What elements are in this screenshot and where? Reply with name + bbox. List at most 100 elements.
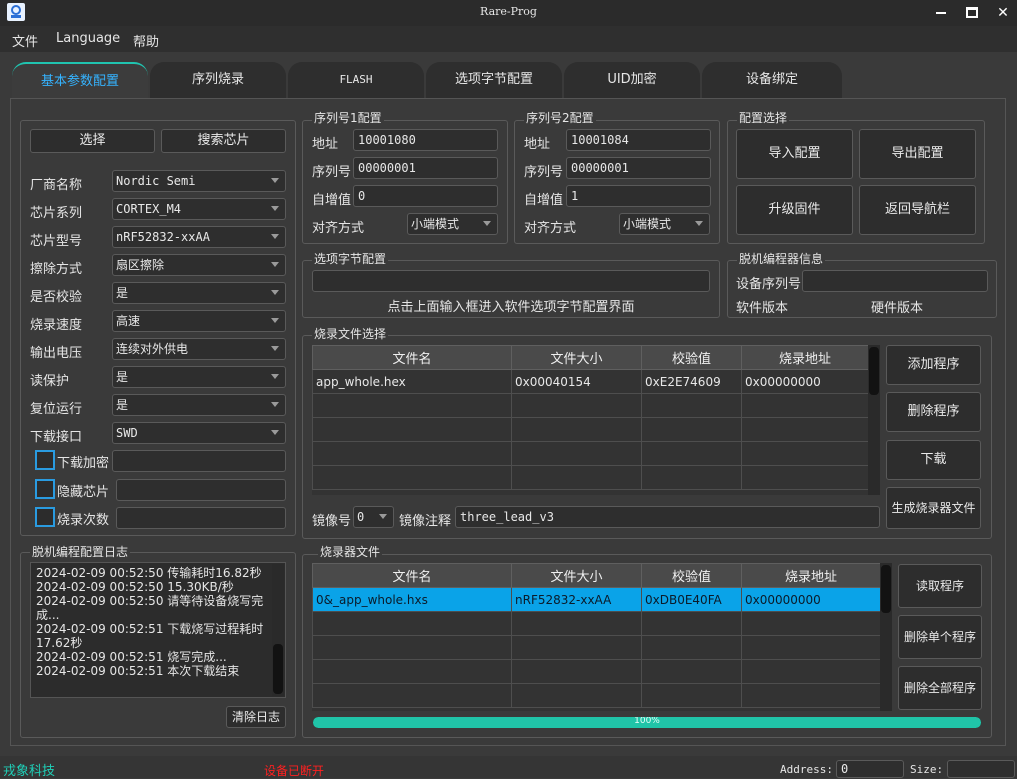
column-header[interactable]: 校验值 (641, 345, 742, 370)
table-cell[interactable] (741, 393, 868, 418)
table-cell[interactable] (641, 611, 742, 636)
table-cell[interactable] (511, 417, 642, 442)
serial1-sn-field[interactable]: 00000001 (353, 157, 498, 179)
scrollbar-thumb[interactable] (869, 347, 879, 395)
column-header[interactable]: 校验值 (641, 563, 742, 588)
serial2-sn-field[interactable]: 00000001 (566, 157, 711, 179)
search-chip-button[interactable]: 搜索芯片 (161, 129, 286, 153)
output-voltage-select[interactable]: 连续对外供电 (112, 338, 286, 360)
serial2-inc-field[interactable]: 1 (566, 185, 711, 207)
hide-chip-checkbox[interactable] (35, 479, 55, 499)
table-cell[interactable] (641, 465, 742, 490)
column-header[interactable]: 文件名 (312, 563, 512, 588)
reset-run-select[interactable]: 是 (112, 394, 286, 416)
delete-single-program-button[interactable]: 删除单个程序 (898, 615, 982, 659)
table-cell[interactable] (511, 441, 642, 466)
download-encrypt-checkbox[interactable] (35, 450, 55, 470)
table-row[interactable] (312, 417, 868, 442)
table-row[interactable]: app_whole.hex 0x00040154 0xE2E74609 0x00000… (312, 369, 868, 394)
upgrade-firmware-button[interactable]: 升级固件 (736, 185, 853, 235)
export-config-button[interactable]: 导出配置 (859, 129, 976, 179)
burner-files-scrollbar[interactable] (880, 563, 892, 711)
table-cell[interactable] (312, 683, 512, 708)
table-cell[interactable] (641, 659, 742, 684)
table-cell[interactable] (641, 393, 742, 418)
menu-language[interactable]: Language (56, 31, 120, 46)
table-row[interactable] (312, 441, 868, 466)
table-cell[interactable] (511, 659, 642, 684)
table-cell[interactable] (312, 417, 512, 442)
log-scrollbar[interactable] (272, 564, 284, 696)
table-cell[interactable] (312, 659, 512, 684)
table-cell[interactable] (511, 611, 642, 636)
scrollbar-thumb[interactable] (273, 644, 283, 694)
table-cell[interactable]: 0x00040154 (511, 369, 642, 394)
burn-speed-select[interactable]: 高速 (112, 310, 286, 332)
table-cell[interactable] (312, 635, 512, 660)
table-cell[interactable] (741, 611, 880, 636)
hide-chip-field[interactable] (116, 479, 286, 501)
table-cell[interactable] (312, 441, 512, 466)
tab-serial-burn[interactable]: 序列烧录 (150, 62, 286, 100)
select-button[interactable]: 选择 (30, 129, 155, 153)
table-cell[interactable]: 0xE2E74609 (641, 369, 742, 394)
read-protect-select[interactable]: 是 (112, 366, 286, 388)
column-header[interactable]: 文件大小 (511, 563, 642, 588)
download-encrypt-field[interactable] (112, 450, 286, 472)
option-bytes-input[interactable] (312, 270, 710, 292)
table-cell[interactable] (641, 683, 742, 708)
tab-option-bytes[interactable]: 选项字节配置 (426, 62, 562, 100)
tab-flash[interactable]: FLASH (288, 62, 424, 100)
burn-count-field[interactable] (116, 507, 286, 529)
back-to-nav-button[interactable]: 返回导航栏 (859, 185, 976, 235)
menu-file[interactable]: 文件 (12, 31, 38, 50)
column-header[interactable]: 烧录地址 (741, 345, 868, 370)
tab-device-bind[interactable]: 设备绑定 (702, 62, 842, 100)
table-cell[interactable]: 0&_app_whole.hxs (312, 587, 512, 612)
maximize-icon[interactable] (961, 2, 983, 24)
table-row[interactable] (312, 465, 868, 490)
table-cell[interactable] (511, 683, 642, 708)
model-select[interactable]: nRF52832-xxAA (112, 226, 286, 248)
menu-help[interactable]: 帮助 (133, 31, 159, 50)
table-cell[interactable]: 0x00000000 (741, 587, 880, 612)
serial2-addr-field[interactable]: 10001084 (566, 129, 711, 151)
burn-count-checkbox[interactable] (35, 507, 55, 527)
tab-uid-encrypt[interactable]: UID加密 (564, 62, 700, 100)
table-cell[interactable] (312, 393, 512, 418)
burn-files-scrollbar[interactable] (868, 345, 880, 495)
table-cell[interactable]: 0x00000000 (741, 369, 868, 394)
table-row[interactable] (312, 683, 880, 708)
table-row[interactable]: 0&_app_whole.hxs nRF52832-xxAA 0xDB0E40FA 0… (312, 587, 880, 612)
table-cell[interactable] (312, 611, 512, 636)
import-config-button[interactable]: 导入配置 (736, 129, 853, 179)
clear-log-button[interactable]: 清除日志 (226, 706, 286, 728)
erase-mode-select[interactable]: 扇区擦除 (112, 254, 286, 276)
table-cell[interactable]: app_whole.hex (312, 369, 512, 394)
generate-burner-file-button[interactable]: 生成烧录器文件 (886, 487, 981, 529)
table-cell[interactable] (641, 441, 742, 466)
table-cell[interactable] (312, 465, 512, 490)
vendor-select[interactable]: Nordic Semi (112, 170, 286, 192)
table-cell[interactable]: 0xDB0E40FA (641, 587, 742, 612)
mirror-note-field[interactable]: three_lead_v3 (455, 506, 880, 528)
table-cell[interactable] (741, 635, 880, 660)
table-cell[interactable] (641, 635, 742, 660)
table-row[interactable] (312, 393, 868, 418)
minimize-icon[interactable] (930, 2, 952, 24)
series-select[interactable]: CORTEX_M4 (112, 198, 286, 220)
serial1-addr-field[interactable]: 10001080 (353, 129, 498, 151)
table-row[interactable] (312, 611, 880, 636)
table-cell[interactable] (511, 635, 642, 660)
table-cell[interactable] (741, 683, 880, 708)
delete-program-button[interactable]: 删除程序 (886, 392, 981, 432)
close-icon[interactable]: ✕ (992, 2, 1014, 24)
column-header[interactable]: 文件名 (312, 345, 512, 370)
address-field[interactable]: 0 (836, 760, 904, 778)
column-header[interactable]: 烧录地址 (741, 563, 880, 588)
tab-basic-params[interactable]: 基本参数配置 (12, 62, 148, 100)
table-cell[interactable] (511, 393, 642, 418)
column-header[interactable]: 文件大小 (511, 345, 642, 370)
table-cell[interactable] (741, 465, 868, 490)
device-sn-field[interactable] (802, 270, 988, 292)
